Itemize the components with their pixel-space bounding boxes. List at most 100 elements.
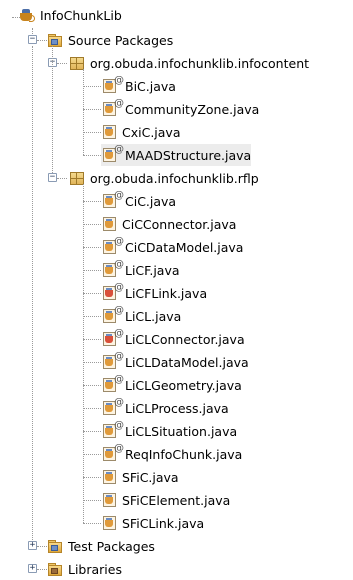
- package-node-0-label: org.obuda.infochunklib.infocontent: [90, 55, 310, 71]
- file-node[interactable]: @ MAADStructure.java: [101, 144, 252, 166]
- file-node[interactable]: @ CiC.java: [101, 190, 176, 212]
- tree-guide-line: [52, 46, 53, 173]
- libraries-node[interactable]: Libraries: [47, 558, 122, 580]
- java-class-icon: @: [101, 191, 124, 209]
- tree-guide-line: [83, 408, 101, 409]
- java-class-icon: [101, 469, 117, 485]
- libraries-icon: [47, 561, 63, 577]
- file-node-label: LiCFLink.java: [125, 285, 208, 301]
- file-node[interactable]: @ LiCFLink.java: [101, 282, 207, 304]
- java-class-icon: @: [101, 398, 124, 416]
- annotation-icon: @: [114, 236, 124, 247]
- file-node[interactable]: SFiCElement.java: [101, 489, 230, 511]
- file-node[interactable]: @ ReqInfoChunk.java: [101, 443, 242, 465]
- tree-guide-line: [83, 454, 101, 455]
- package-toggle-1[interactable]: −: [48, 173, 57, 182]
- source-packages-node[interactable]: Source Packages: [47, 29, 173, 51]
- file-node-label: LiCLProcess.java: [125, 400, 229, 416]
- annotation-icon: @: [114, 190, 124, 201]
- tree-guide-line: [83, 523, 101, 524]
- file-node-label: BiC.java: [125, 78, 176, 94]
- file-node[interactable]: @ LiCF.java: [101, 259, 180, 281]
- file-node[interactable]: @ CiCDataModel.java: [101, 236, 243, 258]
- file-node-label: MAADStructure.java: [125, 147, 252, 163]
- file-node[interactable]: @ LiCLGeometry.java: [101, 374, 242, 396]
- java-class-icon: @: [101, 237, 124, 255]
- java-class-icon: @: [101, 260, 124, 278]
- tree-guide-line: [83, 132, 101, 133]
- annotation-icon: @: [114, 443, 124, 454]
- tree-guide-line: [83, 201, 101, 202]
- file-node[interactable]: CiCConnector.java: [101, 213, 236, 235]
- file-node[interactable]: SFiC.java: [101, 466, 179, 488]
- java-connector-icon: @: [101, 329, 124, 347]
- file-node[interactable]: SFiCLink.java: [101, 512, 204, 534]
- java-class-icon: @: [101, 99, 124, 117]
- java-class-icon: [101, 216, 117, 232]
- tree-guide-line: [57, 178, 67, 179]
- package-node-1-label: org.obuda.infochunklib.rflp: [90, 170, 259, 186]
- file-node-label: LiCLSituation.java: [125, 423, 238, 439]
- libraries-toggle[interactable]: +: [28, 564, 37, 573]
- file-node[interactable]: @ LiCLProcess.java: [101, 397, 229, 419]
- tree-guide-line: [83, 339, 101, 340]
- annotation-icon: @: [114, 305, 124, 316]
- tree-guide-line: [83, 247, 101, 248]
- file-node-label: SFiCLink.java: [122, 515, 205, 531]
- java-class-icon: [101, 515, 117, 531]
- tree-guide-line: [37, 569, 47, 570]
- annotation-icon: @: [114, 397, 124, 408]
- java-class-icon: @: [101, 352, 124, 370]
- tree-guide-line: [57, 63, 67, 64]
- source-packages-toggle[interactable]: −: [28, 35, 37, 44]
- file-node[interactable]: @ LiCLDataModel.java: [101, 351, 249, 373]
- file-node-label: LiCLDataModel.java: [125, 354, 249, 370]
- java-class-icon: @: [101, 444, 124, 462]
- test-packages-node-label: Test Packages: [68, 538, 155, 554]
- tree-guide-line: [83, 86, 101, 87]
- source-packages-node-label: Source Packages: [68, 32, 174, 48]
- file-node[interactable]: @ CommunityZone.java: [101, 98, 259, 120]
- annotation-icon: @: [114, 98, 124, 109]
- tree-guide-line: [83, 477, 101, 478]
- java-class-icon: @: [101, 76, 124, 94]
- source-folder-icon: [47, 538, 63, 554]
- test-packages-node[interactable]: Test Packages: [47, 535, 155, 557]
- file-node-label: CiC.java: [125, 193, 177, 209]
- tree-guide-line: [83, 385, 101, 386]
- tree-guide-line: [83, 184, 84, 523]
- file-node-label: LiCLGeometry.java: [125, 377, 242, 393]
- package-node-1[interactable]: org.obuda.infochunklib.rflp: [69, 167, 259, 189]
- tree-guide-line: [83, 362, 101, 363]
- java-class-icon: @: [101, 145, 124, 163]
- file-node[interactable]: @ LiCLSituation.java: [101, 420, 237, 442]
- java-class-icon: @: [101, 375, 124, 393]
- file-node[interactable]: @ LiCLConnector.java: [101, 328, 245, 350]
- tree-guide-line: [83, 155, 101, 156]
- annotation-icon: @: [114, 144, 124, 155]
- file-node-label: LiCF.java: [125, 262, 180, 278]
- java-project-icon: [19, 7, 35, 23]
- tree-guide-line: [83, 500, 101, 501]
- annotation-icon: @: [114, 75, 124, 86]
- tree-guide-line: [83, 270, 101, 271]
- java-connector-icon: @: [101, 283, 124, 301]
- package-node-0[interactable]: org.obuda.infochunklib.infocontent: [69, 52, 309, 74]
- java-class-icon: @: [101, 306, 124, 324]
- project-tree: InfoChunkLib − Source Packages − org.obuda.i…: [0, 0, 353, 577]
- file-node-label: SFiCElement.java: [122, 492, 231, 508]
- tree-guide-line: [83, 316, 101, 317]
- test-packages-toggle[interactable]: +: [28, 541, 37, 550]
- tree-guide-line: [83, 293, 101, 294]
- tree-guide-line: [83, 69, 84, 155]
- file-node[interactable]: CxiC.java: [101, 121, 181, 143]
- file-node[interactable]: @ BiC.java: [101, 75, 176, 97]
- annotation-icon: @: [114, 328, 124, 339]
- project-node[interactable]: InfoChunkLib: [19, 4, 122, 26]
- annotation-icon: @: [114, 259, 124, 270]
- annotation-icon: @: [114, 374, 124, 385]
- file-node-label: CiCDataModel.java: [125, 239, 244, 255]
- tree-guide-line: [32, 46, 33, 546]
- file-node[interactable]: @ LiCL.java: [101, 305, 181, 327]
- file-node-label: SFiC.java: [122, 469, 179, 485]
